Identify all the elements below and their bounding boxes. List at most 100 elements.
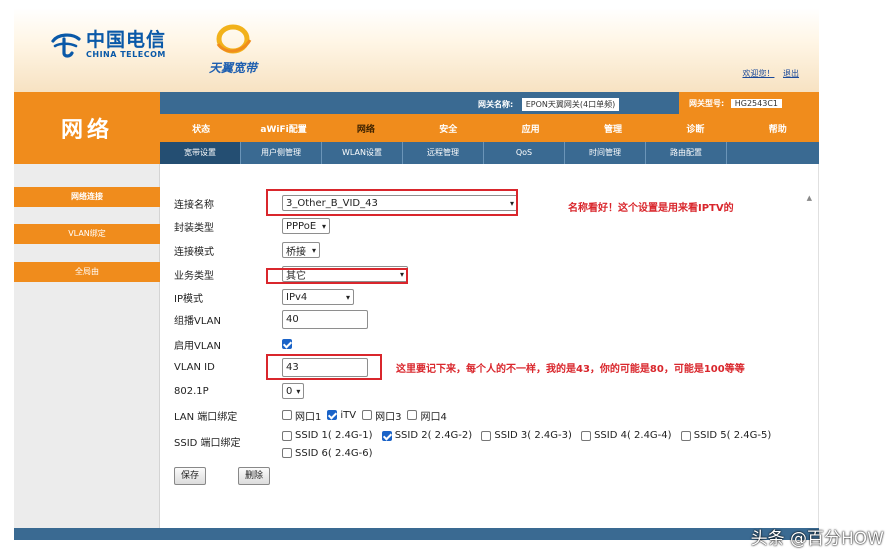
ssid5-label: SSID 5( 2.4G-5) [693, 430, 772, 441]
brand-chinese: 中国电信 [86, 29, 167, 51]
chevron-down-icon: ▾ [321, 221, 326, 231]
ip-mode-value: IPv4 [286, 291, 308, 303]
lan-option-port4[interactable]: 网口4 [407, 408, 447, 423]
delete-button[interactable]: 删除 [238, 467, 271, 485]
lan-port3-label: 网口3 [375, 411, 402, 423]
sidebar-item-global[interactable]: 全局由 [14, 262, 160, 282]
ssid-option-1[interactable]: SSID 1( 2.4G-1) [282, 428, 373, 443]
gateway-name-value: EPON天翼网关(4口单频) [521, 98, 620, 111]
section-title: 网络 [14, 92, 160, 164]
gateway-model-label: 网关型号: [689, 99, 725, 108]
gateway-name-label: 网关名称: [478, 100, 514, 109]
chevron-down-icon: ▾ [311, 245, 316, 255]
main-nav: 状态 aWiFi配置 网络 安全 应用 管理 诊断 帮助 [160, 114, 819, 142]
lan-port3-checkbox[interactable] [362, 410, 373, 420]
watermark: 头条 @百分HOW [750, 529, 884, 549]
sidebar-item-network-connection[interactable]: 网络连接 [14, 187, 160, 207]
scroll-up-icon[interactable]: ▲ [807, 194, 812, 202]
tianyi-broadband-logo: 天翼宽带 [198, 22, 268, 75]
conn-mode-value: 桥接 [286, 246, 306, 258]
lan-itv-label: iTV [340, 409, 357, 421]
service-type-highlight [266, 268, 408, 284]
sidebar: 网络连接 VLAN绑定 全局由 [14, 164, 160, 528]
ip-mode-label: IP模式 [174, 293, 203, 305]
ssid4-label: SSID 4( 2.4G-4) [594, 430, 672, 441]
subtab-user-side[interactable]: 用户侧管理 [241, 142, 322, 164]
tab-awifi[interactable]: aWiFi配置 [242, 122, 324, 135]
enable-vlan-label: 启用VLAN [174, 340, 221, 352]
welcome-link[interactable]: 欢迎您！ [742, 69, 774, 78]
tab-status[interactable]: 状态 [160, 122, 242, 135]
china-telecom-swirl-icon [51, 33, 81, 58]
ssid1-label: SSID 1( 2.4G-1) [295, 430, 373, 441]
multicast-vlan-input[interactable]: 40 [282, 309, 368, 329]
subtab-remote[interactable]: 远程管理 [403, 142, 484, 164]
chevron-down-icon: ▾ [296, 386, 301, 396]
ssid5-checkbox[interactable] [680, 430, 691, 441]
multicast-vlan-label: 组播VLAN [174, 315, 221, 327]
ssid2-checkbox[interactable] [381, 430, 392, 441]
sub-nav: 宽带设置 用户侧管理 WLAN设置 远程管理 QoS 时间管理 路由配置 [160, 142, 819, 164]
footer-bar [14, 528, 819, 540]
ip-mode-select[interactable]: IPv4 ▾ [282, 289, 354, 305]
tab-management[interactable]: 管理 [572, 122, 654, 135]
gateway-model: 网关型号: HG2543C1 [679, 92, 819, 114]
lan-option-port1[interactable]: 网口1 [282, 408, 321, 423]
ssid1-checkbox[interactable] [282, 430, 292, 441]
tab-network[interactable]: 网络 [325, 122, 407, 135]
ssid3-checkbox[interactable] [481, 430, 492, 441]
connection-name-note: 名称看好！这个设置是用来看IPTV的 [568, 203, 734, 214]
dot1p-select[interactable]: 0 ▾ [282, 383, 304, 399]
subtab-broadband[interactable]: 宽带设置 [160, 142, 241, 164]
lan-option-itv[interactable]: iTV [327, 410, 356, 421]
header-banner: 中国电信 CHINA TELECOM 天翼宽带 欢迎您！ 退出 [14, 8, 819, 92]
connection-form: ▲ 连接名称 3_Other_B_VID_43 ▾ 封装类型 PPPoE ▾ 连… [160, 164, 819, 528]
ssid6-checkbox[interactable] [282, 448, 292, 458]
subtab-time[interactable]: 时间管理 [565, 142, 646, 164]
lan-binding-label: LAN 端口绑定 [174, 411, 238, 423]
logout-link[interactable]: 退出 [783, 69, 799, 78]
connection-name-highlight [266, 189, 518, 216]
ssid-option-4[interactable]: SSID 4( 2.4G-4) [581, 428, 672, 443]
lan-option-port3[interactable]: 网口3 [362, 408, 401, 423]
lan-port4-checkbox[interactable] [407, 410, 418, 420]
conn-mode-label: 连接模式 [174, 246, 214, 258]
chevron-down-icon: ▾ [345, 292, 350, 302]
sidebar-item-vlan-binding[interactable]: VLAN绑定 [14, 224, 160, 244]
tab-help[interactable]: 帮助 [737, 122, 819, 135]
ssid6-label: SSID 6( 2.4G-6) [295, 447, 373, 459]
ssid-option-6[interactable]: SSID 6( 2.4G-6) [282, 446, 373, 461]
encap-type-label: 封装类型 [174, 222, 214, 234]
gateway-info-bar: 网关名称: EPON天翼网关(4口单频) 网关型号: HG2543C1 [160, 92, 819, 114]
vlan-id-highlight [266, 354, 382, 380]
subtab-wlan[interactable]: WLAN设置 [322, 142, 403, 164]
router-admin-page: 中国电信 CHINA TELECOM 天翼宽带 欢迎您！ 退出 网络 网关名称:… [14, 8, 819, 548]
lan-port1-label: 网口1 [295, 411, 322, 423]
lan-itv-checkbox[interactable] [327, 410, 338, 420]
ssid-option-2[interactable]: SSID 2( 2.4G-2) [381, 428, 473, 443]
gateway-model-value: HG2543C1 [730, 99, 782, 108]
ssid4-checkbox[interactable] [581, 430, 592, 441]
ssid-binding-label: SSID 端口绑定 [174, 438, 241, 449]
lan-port4-label: 网口4 [420, 411, 447, 423]
ssid-option-5[interactable]: SSID 5( 2.4G-5) [680, 428, 772, 443]
header-links: 欢迎您！ 退出 [736, 68, 799, 79]
encap-type-select[interactable]: PPPoE ▾ [282, 218, 330, 234]
tab-diagnostics[interactable]: 诊断 [654, 122, 736, 135]
tianyi-ring-icon [216, 24, 252, 54]
ssid-option-3[interactable]: SSID 3( 2.4G-3) [481, 428, 572, 443]
conn-mode-select[interactable]: 桥接 ▾ [282, 242, 320, 258]
ssid-options: SSID 1( 2.4G-1) SSID 2( 2.4G-2) SSID 3( … [282, 428, 802, 463]
gateway-name: 网关名称: EPON天翼网关(4口单频) [478, 98, 620, 111]
subtab-qos[interactable]: QoS [484, 142, 565, 164]
dot1p-label: 802.1P [174, 385, 209, 397]
brand-english: CHINA TELECOM [86, 50, 166, 59]
save-button[interactable]: 保存 [174, 467, 207, 485]
tab-application[interactable]: 应用 [490, 122, 572, 135]
lan-port1-checkbox[interactable] [282, 410, 292, 420]
enable-vlan-checkbox[interactable] [282, 339, 292, 349]
subtab-routing[interactable]: 路由配置 [646, 142, 727, 164]
ssid3-label: SSID 3( 2.4G-3) [494, 430, 572, 441]
ssid2-label: SSID 2( 2.4G-2) [394, 430, 473, 441]
tab-security[interactable]: 安全 [407, 122, 489, 135]
